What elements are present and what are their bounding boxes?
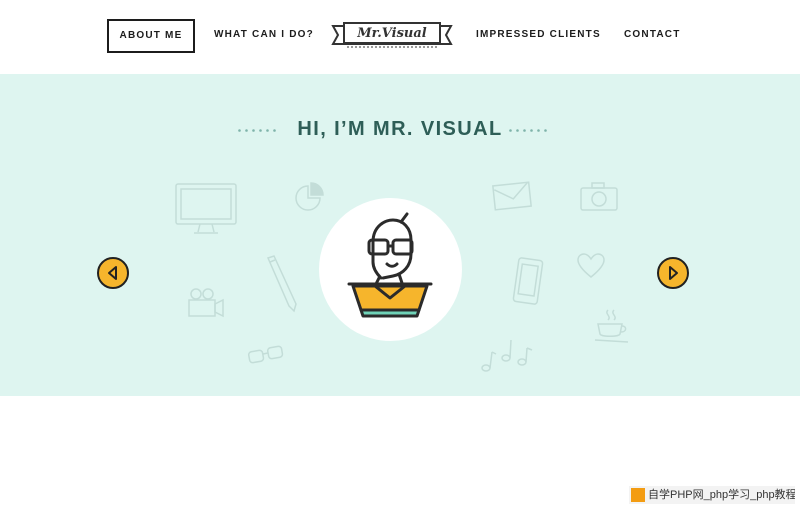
mr-visual-character-icon bbox=[347, 212, 433, 318]
camera-icon bbox=[580, 182, 618, 211]
glasses-icon bbox=[247, 345, 284, 364]
music-notes-icon bbox=[481, 339, 533, 372]
hero-title: HI, I’M MR. VISUAL bbox=[297, 118, 503, 140]
chevron-right-icon bbox=[669, 266, 678, 280]
envelope-icon bbox=[492, 181, 532, 211]
nav-item-about-me[interactable]: ABOUT ME bbox=[107, 19, 195, 53]
prev-slide-button[interactable] bbox=[97, 257, 129, 289]
nav-item-what-can-i-do[interactable]: WHAT CAN I DO? bbox=[214, 20, 314, 50]
hero-section: HI, I’M MR. VISUAL bbox=[0, 74, 800, 396]
watermark: 自学PHP网_php学习_php教程 bbox=[629, 486, 795, 504]
avatar bbox=[319, 198, 462, 341]
logo-text: Mr.Visual bbox=[343, 22, 441, 44]
watermark-text: 自学PHP网_php学习_php教程 bbox=[648, 489, 795, 501]
heart-icon bbox=[577, 253, 605, 278]
watermark-logo-icon bbox=[631, 488, 645, 502]
pencil-icon bbox=[266, 255, 297, 313]
nav-item-contact[interactable]: CONTACT bbox=[624, 20, 681, 50]
top-navigation: ABOUT ME WHAT CAN I DO? Mr.Visual IMPRES… bbox=[0, 0, 800, 74]
nav-item-impressed-clients[interactable]: IMPRESSED CLIENTS bbox=[476, 20, 601, 50]
site-logo[interactable]: Mr.Visual bbox=[331, 20, 453, 50]
chevron-left-icon bbox=[108, 266, 117, 280]
monitor-icon bbox=[175, 183, 237, 234]
video-camera-icon bbox=[188, 288, 224, 318]
title-dots-right bbox=[509, 129, 547, 132]
coffee-cup-icon bbox=[594, 309, 629, 343]
next-slide-button[interactable] bbox=[657, 257, 689, 289]
phone-icon bbox=[512, 257, 544, 305]
